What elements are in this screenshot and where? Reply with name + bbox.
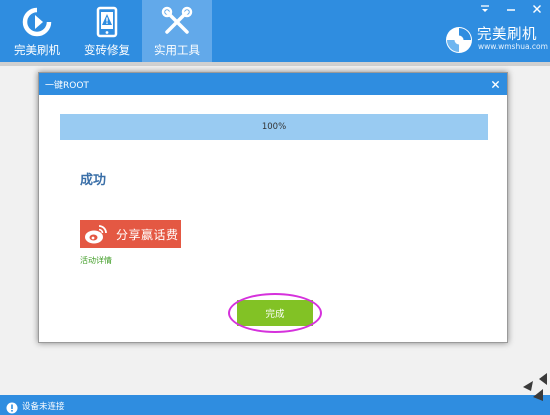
refresh-arrow-icon: [2, 6, 72, 38]
minimize-icon[interactable]: [504, 2, 518, 16]
done-button-wrap: 完成: [228, 293, 322, 333]
share-weibo-button[interactable]: 分享赢话费: [80, 220, 181, 248]
alert-circle-icon: [6, 399, 18, 414]
result-status: 成功: [80, 173, 107, 188]
resize-grip-icon: [517, 367, 550, 403]
progress-text: 100%: [261, 122, 287, 132]
divider: [0, 62, 550, 66]
done-button[interactable]: 完成: [237, 300, 313, 326]
event-details-link[interactable]: 活动详情: [80, 255, 112, 266]
root-dialog: 一键ROOT 100% 成功 分享赢话费 活动详情 完成: [38, 72, 508, 343]
brand-logo-icon: [444, 25, 474, 55]
tab-brick-repair[interactable]: 变砖修复: [72, 0, 142, 62]
tab-brick-repair-label: 变砖修复: [84, 43, 130, 57]
dialog-titlebar[interactable]: 一键ROOT: [39, 73, 507, 95]
tools-icon: [142, 6, 212, 38]
tab-tools[interactable]: 实用工具: [142, 0, 212, 62]
dialog-close-icon[interactable]: [487, 76, 503, 92]
top-nav-bar: 完美刷机 变砖修复 实用工具 完美刷机 www.wmshua.com: [0, 0, 550, 62]
brand-name: 完美刷机: [477, 27, 537, 43]
minimize-dropdown-icon[interactable]: [478, 2, 492, 16]
brand-url: www.wmshua.com: [478, 42, 548, 51]
tab-flash[interactable]: 完美刷机: [2, 0, 72, 62]
tab-flash-label: 完美刷机: [14, 43, 60, 57]
weibo-icon: [84, 223, 108, 245]
progress-bar: 100%: [60, 114, 488, 140]
share-button-label: 分享赢话费: [116, 228, 179, 242]
dialog-title: 一键ROOT: [45, 81, 89, 91]
brand: 完美刷机 www.wmshua.com: [444, 21, 548, 55]
phone-warning-icon: [72, 6, 142, 38]
device-status-text: 设备未连接: [22, 402, 65, 412]
done-button-label: 完成: [265, 309, 285, 320]
status-bar: 设备未连接: [0, 395, 550, 415]
close-icon[interactable]: [530, 2, 544, 16]
tab-tools-label: 实用工具: [154, 43, 200, 57]
window-controls: [478, 2, 544, 16]
